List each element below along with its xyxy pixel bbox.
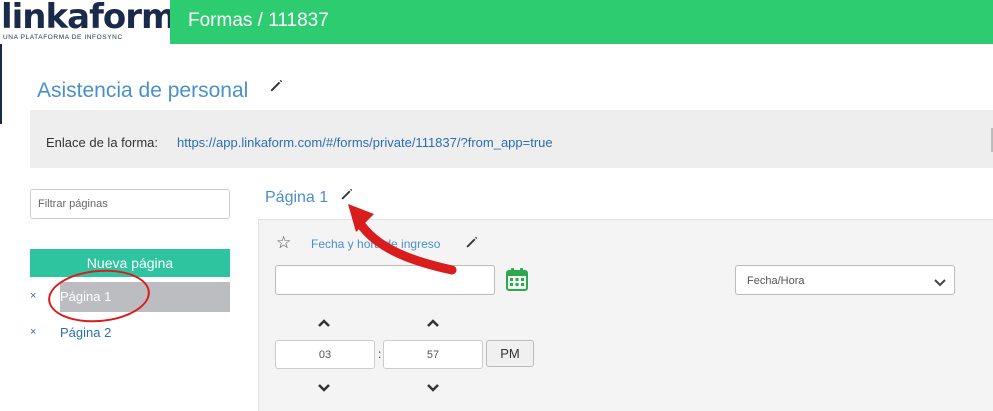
field-type-value: Fecha/Hora xyxy=(747,275,805,287)
sidebar-page-label: Página 2 xyxy=(60,325,112,340)
edge-divider xyxy=(0,44,2,124)
page-body: ☆ Fecha y hora de ingreso Fecha/Hora 03 … xyxy=(258,220,993,411)
form-link-label: Enlace de la forma: xyxy=(46,135,159,150)
chevron-down-icon xyxy=(934,275,946,293)
remove-page-icon[interactable]: × xyxy=(30,326,36,338)
filter-pages-input[interactable] xyxy=(30,189,230,219)
am-pm-toggle-button[interactable]: PM xyxy=(486,340,534,367)
hour-increment-icon[interactable] xyxy=(317,315,333,327)
remove-page-icon[interactable]: × xyxy=(30,290,36,302)
top-bar: Formas / 111837 xyxy=(170,0,993,44)
calendar-icon[interactable] xyxy=(506,267,528,296)
sidebar-page-item-2[interactable]: × Página 2 xyxy=(30,318,230,348)
minute-increment-icon[interactable] xyxy=(426,315,442,327)
edit-page-pencil-icon[interactable] xyxy=(340,187,354,201)
star-icon[interactable]: ☆ xyxy=(276,233,291,253)
form-title-text: Asistencia de personal xyxy=(37,79,249,102)
date-input[interactable] xyxy=(275,265,495,295)
page-header: Página 1 xyxy=(258,170,993,220)
breadcrumb: Formas / 111837 xyxy=(188,10,329,31)
edit-field-pencil-icon[interactable] xyxy=(465,235,479,249)
field-type-select[interactable]: Fecha/Hora xyxy=(735,265,955,295)
form-link-url[interactable]: https://app.linkaform.com/#/forms/privat… xyxy=(177,135,553,150)
minute-decrement-icon[interactable] xyxy=(426,380,442,392)
hour-input[interactable]: 03 xyxy=(275,340,375,369)
logo-wordmark: linkaform xyxy=(1,0,176,37)
logo-tagline: UNA PLATAFORMA DE INFOSYNC xyxy=(3,34,123,41)
edit-title-pencil-icon[interactable] xyxy=(269,78,284,93)
hour-decrement-icon[interactable] xyxy=(317,380,333,392)
page-title: Página 1 xyxy=(265,189,329,206)
logo[interactable]: linkaform UNA PLATAFORMA DE INFOSYNC xyxy=(0,0,176,44)
form-link-bar: Enlace de la forma: https://app.linkafor… xyxy=(30,110,993,168)
field-label: Fecha y hora de ingreso xyxy=(311,237,441,251)
minute-input[interactable]: 57 xyxy=(383,340,483,369)
time-separator: : xyxy=(378,347,382,361)
form-title: Asistencia de personal xyxy=(37,79,248,103)
